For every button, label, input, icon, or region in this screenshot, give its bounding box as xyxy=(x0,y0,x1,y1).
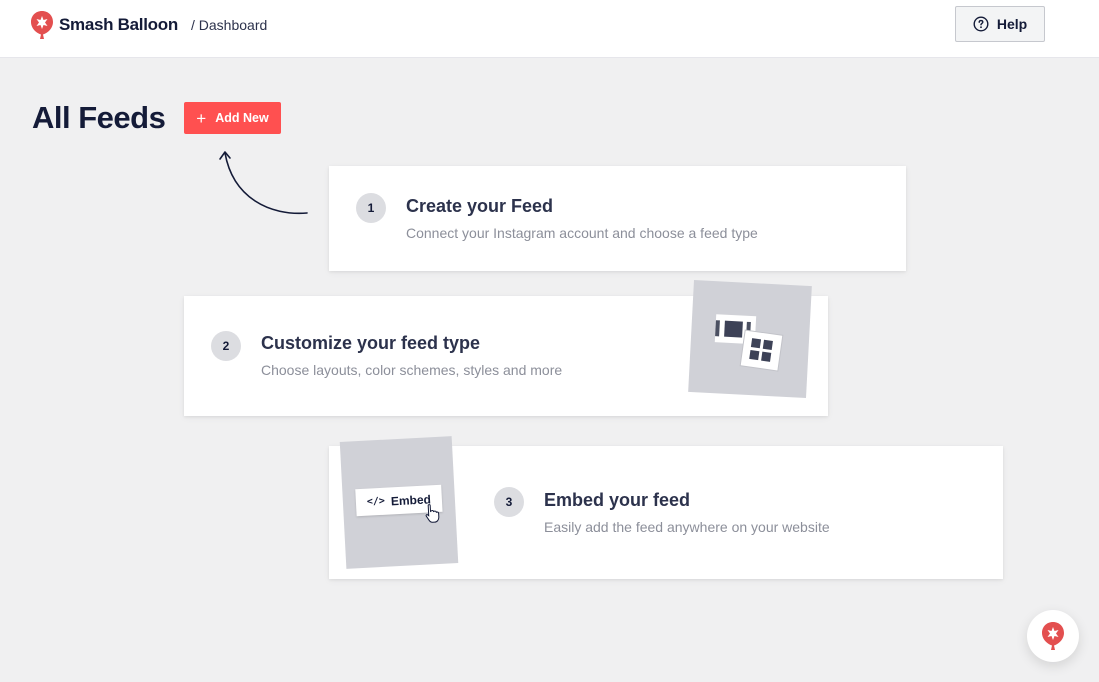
code-icon: </> xyxy=(366,495,386,508)
embed-illustration: </> Embed xyxy=(339,436,459,569)
help-label: Help xyxy=(996,16,1028,32)
step-number: 2 xyxy=(211,331,241,361)
step-number: 3 xyxy=(494,487,524,517)
add-new-label: Add New xyxy=(215,111,269,125)
step-title: Embed your feed xyxy=(544,490,691,510)
layout-icon xyxy=(714,314,784,372)
help-icon xyxy=(973,16,989,32)
step-card-create-feed: 1 Create your Feed Connect your Instagra… xyxy=(329,166,906,271)
top-bar: Smash Balloon / Dashboard Help xyxy=(0,0,1099,58)
step-title: Customize your feed type xyxy=(261,333,481,353)
curved-arrow-icon xyxy=(219,151,308,215)
customize-illustration xyxy=(688,279,812,399)
smash-balloon-widget-button[interactable] xyxy=(1027,610,1079,662)
help-button[interactable]: Help xyxy=(955,6,1045,42)
breadcrumb: / Dashboard xyxy=(191,17,268,33)
add-new-button[interactable]: + Add New xyxy=(184,102,281,134)
step-description: Choose layouts, color schemes, styles an… xyxy=(261,362,563,378)
smash-balloon-logo-icon[interactable] xyxy=(30,10,54,40)
step-number: 1 xyxy=(356,193,386,223)
cursor-icon xyxy=(425,504,440,523)
smash-balloon-widget-icon xyxy=(1042,622,1064,650)
step-description: Easily add the feed anywhere on your web… xyxy=(544,519,830,535)
plus-icon: + xyxy=(196,108,207,128)
step-description: Connect your Instagram account and choos… xyxy=(406,225,758,241)
brand-name: Smash Balloon xyxy=(59,15,178,34)
page-title: All Feeds xyxy=(32,100,166,135)
step-title: Create your Feed xyxy=(406,196,554,216)
